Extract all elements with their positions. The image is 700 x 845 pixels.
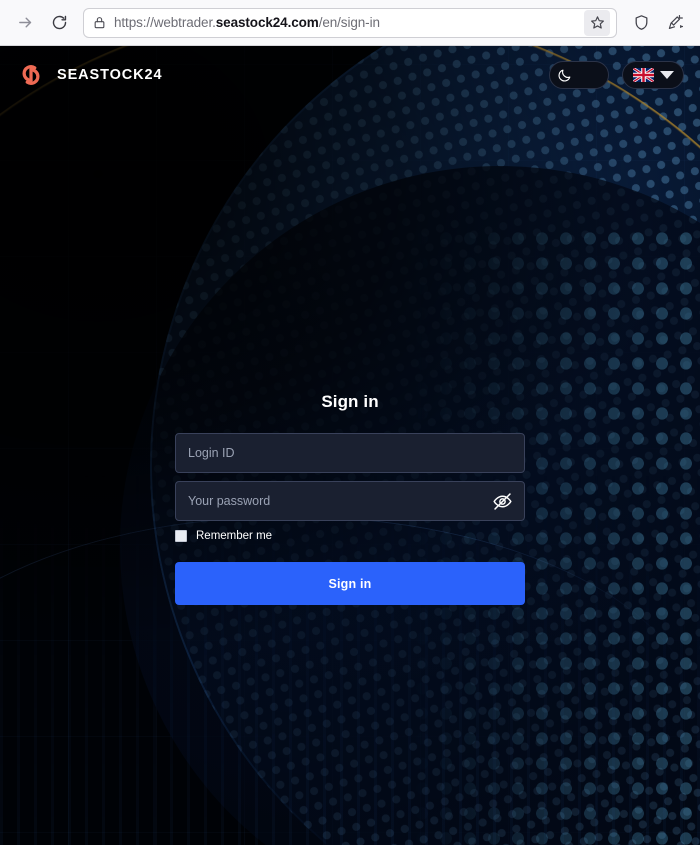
shield-icon <box>635 15 647 30</box>
sign-in-button[interactable]: Sign in <box>175 562 525 605</box>
reload-button[interactable] <box>44 8 74 38</box>
arrow-right-icon <box>18 17 31 28</box>
forward-button[interactable] <box>10 8 40 38</box>
login-id-field[interactable] <box>175 433 525 473</box>
eye-off-icon <box>492 492 512 510</box>
signin-title: Sign in <box>321 392 379 411</box>
reload-icon <box>52 15 66 30</box>
url-path: /en/sign-in <box>318 15 380 30</box>
brand[interactable]: SEASTOCK24 <box>16 60 162 90</box>
remember-me-label: Remember me <box>196 530 273 542</box>
address-bar[interactable]: https://webtrader.seastock24.com/en/sign… <box>83 7 617 38</box>
seastock24-logo <box>22 65 40 85</box>
url-prefix: https://webtrader. <box>114 15 216 30</box>
bookmark-button[interactable] <box>584 9 610 36</box>
lock-icon <box>93 15 106 30</box>
password-field[interactable] <box>175 481 525 521</box>
uk-flag <box>632 68 654 82</box>
tracking-protection-button[interactable] <box>626 8 656 38</box>
password-input[interactable] <box>188 494 512 508</box>
moon-icon <box>558 69 571 81</box>
star-icon <box>590 16 604 29</box>
header-actions <box>549 61 684 89</box>
brand-name: SEASTOCK24 <box>57 67 163 83</box>
url-text: https://webtrader.seastock24.com/en/sign… <box>114 15 584 30</box>
theme-toggle[interactable] <box>549 61 609 89</box>
login-id-input[interactable] <box>188 446 512 460</box>
web-page: SEASTOCK24 Sign in Login ID Remember me … <box>0 46 700 845</box>
password-visibility-toggle[interactable] <box>490 489 514 513</box>
signin-form: Sign in Remember me Sign in <box>175 392 525 605</box>
sparkle-broom-icon <box>668 14 683 29</box>
app-header: SEASTOCK24 <box>0 46 700 104</box>
cleanup-button[interactable] <box>660 8 690 38</box>
remember-me-checkbox[interactable] <box>175 530 187 542</box>
remember-me-row[interactable]: Remember me <box>175 530 525 542</box>
chevron-down-icon <box>659 71 674 79</box>
language-selector[interactable] <box>622 61 684 89</box>
browser-toolbar: https://webtrader.seastock24.com/en/sign… <box>0 0 700 46</box>
url-host: seastock24.com <box>215 15 319 30</box>
